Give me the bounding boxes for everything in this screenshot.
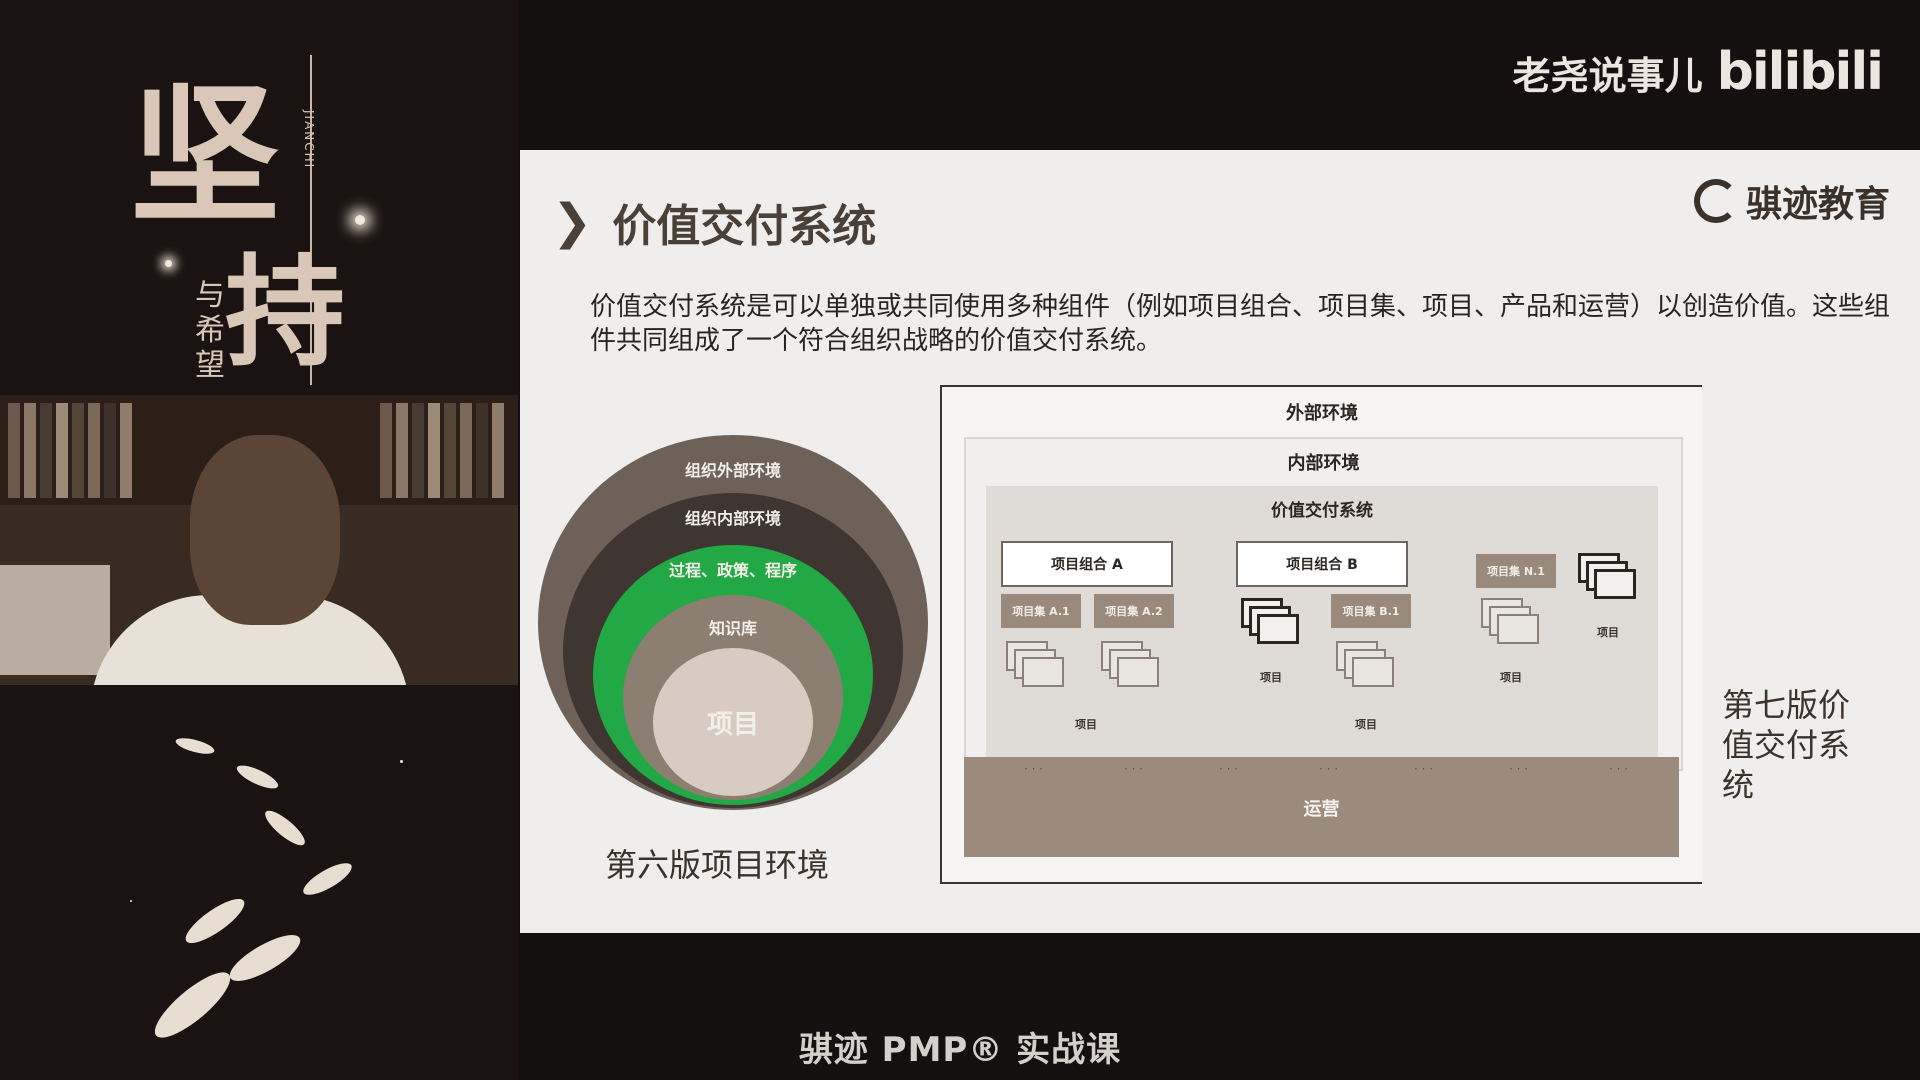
ring-project: 项目 (653, 648, 813, 796)
poster-title-char: 持 (225, 242, 345, 383)
channel-brand: 老尧说事儿 bilibili (1512, 42, 1884, 102)
logo-icon (1693, 179, 1738, 223)
poster-panel: 坚 持 JIANCHI 与 希 望 (0, 0, 518, 1080)
project-label: 项目 (1500, 671, 1522, 684)
project-stack-icon (1006, 641, 1064, 687)
program-n1-box: 项目集 N.1 (1476, 554, 1556, 588)
footprint-decoration (260, 805, 310, 851)
course-footer: 骐迹 PMP® 实战课 (798, 1030, 1122, 1070)
slide-title-text: 价值交付系统 (612, 201, 877, 252)
star (355, 215, 365, 225)
program-b1-box: 项目集 B.1 (1331, 594, 1411, 628)
project-stack-icon (1336, 641, 1394, 687)
operations-label: 运营 (1303, 799, 1340, 820)
project-stack-icon (1101, 641, 1159, 687)
project-environment-diagram: 组织外部环境 组织内部环境 过程、政策、程序 知识库 项目 (538, 435, 928, 815)
presentation-slide: ❯ 价值交付系统 骐迹教育 价值交付系统是可以单独或共同使用多种组件（例如项目组… (520, 150, 1920, 933)
portfolio-a-box: 项目组合 A (1001, 541, 1173, 587)
footprint-decoration (234, 761, 281, 793)
project-stack-icon (1241, 598, 1299, 644)
footprint-decoration (223, 926, 307, 990)
bilibili-logo: bilibili (1716, 42, 1884, 102)
internal-env-box: 内部环境 价值交付系统 项目组合 A 项目组合 B 项目集 A.1 项目集 A.… (964, 437, 1683, 771)
external-env-label: 外部环境 (1286, 403, 1358, 424)
project-stack-icon (1578, 553, 1636, 599)
company-logo: 骐迹教育 (1693, 175, 1890, 227)
slide-title: ❯ 价值交付系统 (552, 190, 876, 254)
footprint-decoration (180, 891, 250, 951)
star (400, 760, 403, 763)
project-label: 项目 (1355, 718, 1377, 731)
presenter-head (190, 435, 340, 625)
connector-dots: · · · (1024, 762, 1044, 776)
project-label: 项目 (1260, 671, 1282, 684)
value-delivery-diagram: 外部环境 内部环境 价值交付系统 项目组合 A 项目组合 B 项目集 A.1 项… (940, 385, 1702, 884)
footprint-decoration (299, 857, 356, 901)
connector-dots: · · · (1414, 762, 1434, 776)
program-a2-box: 项目集 A.2 (1094, 594, 1174, 628)
project-stack-icon (1481, 598, 1539, 644)
slide-description: 价值交付系统是可以单独或共同使用多种组件（例如项目组合、项目集、项目、产品和运营… (590, 292, 1891, 356)
connector-dots: · · · (1124, 762, 1144, 776)
operations-box: · · · · · · · · · · · · · · · · · · · · … (964, 757, 1679, 857)
connector-dots: · · · (1509, 762, 1529, 776)
logo-text: 骐迹教育 (1745, 184, 1890, 225)
portfolio-b-box: 项目组合 B (1236, 541, 1408, 587)
star (130, 900, 132, 902)
webcam-feed (0, 395, 518, 685)
channel-name: 老尧说事儿 (1512, 53, 1703, 98)
connector-dots: · · · (1219, 762, 1239, 776)
poster-subtitle-char: 望 (195, 348, 225, 383)
connector-dots: · · · (1319, 762, 1339, 776)
vds-label: 价值交付系统 (1271, 501, 1373, 521)
project-label: 项目 (1075, 718, 1097, 731)
connector-dots: · · · (1609, 762, 1629, 776)
sixth-edition-caption: 第六版项目环境 (605, 846, 830, 884)
project-label: 项目 (1597, 626, 1619, 639)
program-a1-box: 项目集 A.1 (1001, 594, 1081, 628)
footprint-decoration (174, 735, 216, 757)
value-delivery-system-box: 价值交付系统 项目组合 A 项目组合 B 项目集 A.1 项目集 A.2 项目集… (986, 486, 1658, 766)
internal-env-label: 内部环境 (1287, 453, 1360, 474)
star (165, 260, 172, 267)
chevron-right-icon: ❯ (552, 194, 593, 250)
poster-pinyin: JIANCHI (302, 110, 316, 170)
seventh-edition-caption: 第七版价值交付系统 (1722, 686, 1851, 804)
